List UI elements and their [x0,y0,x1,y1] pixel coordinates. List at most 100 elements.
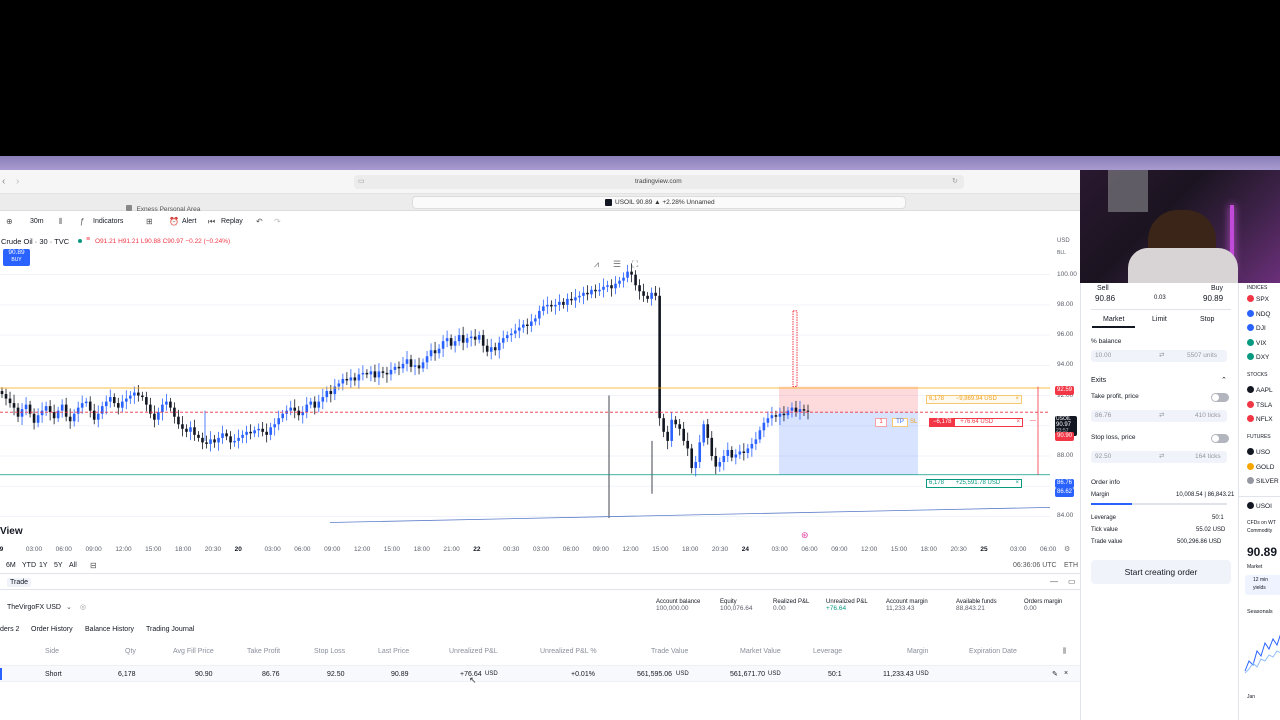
column-settings-icon[interactable]: ⫼ [1063,648,1066,656]
position-tag[interactable]: −6,178 +76.64 USD × [929,418,1023,427]
close-position-icon[interactable]: × [1064,670,1068,677]
maximize-panel-icon[interactable]: ▭ [1068,577,1076,586]
redo-icon[interactable]: ↷ [274,217,281,226]
axis-settings-icon[interactable]: ⚙ [1064,545,1070,553]
take-profit-input[interactable]: 86.76 ⇄ 410 ticks [1091,410,1227,422]
unit-label[interactable]: BLL [1057,250,1066,256]
tab-tradingview[interactable]: USOIL 90.89 ▲ +2.28% Unnamed [412,196,906,209]
column-header[interactable]: Trade Value [651,648,688,655]
column-header[interactable]: Unrealized P&L [449,648,498,655]
watchlist-futures-header[interactable]: FUTURES [1247,434,1271,440]
stop-loss-order-tag[interactable]: 6,178 −9,869.94 USD × [926,395,1022,404]
session-toggle[interactable]: ETH [1064,562,1078,569]
position-close-icon[interactable]: × [1016,419,1020,426]
address-bar[interactable]: ▭ tradingview.com ↻ [354,175,964,189]
column-header[interactable]: Market Value [740,648,781,655]
currency-label[interactable]: USD [1057,238,1070,244]
news-card[interactable]: 12 min yields [1245,575,1280,595]
interval-button[interactable]: 30m [30,218,44,225]
account-subtab[interactable]: ders 2 [0,626,19,633]
stop-loss-input[interactable]: 92.50 ⇄ 164 ticks [1091,451,1227,463]
swap-icon[interactable]: ⇄ [1159,350,1164,362]
balance-mode-selector[interactable]: % balance [1091,338,1121,345]
add-symbol-icon[interactable]: ⊕ [6,217,13,226]
watchlist-item[interactable]: GOLD [1247,462,1274,471]
alert-icon[interactable]: ⏰ [169,217,179,226]
forward-icon[interactable]: › [16,176,19,187]
drawn-arrow-marker[interactable] [792,310,798,387]
sl-tag-close-icon[interactable]: × [1015,396,1019,403]
account-subtab[interactable]: Order History [31,626,73,633]
take-profit-order-tag[interactable]: 6,178 +25,591.78 USD × [926,479,1022,488]
time-axis[interactable]: 19 03:00 06:00 09:00 12:00 15:00 18:00 20:30 20 0… [0,544,1080,556]
sell-price[interactable]: 90.86 [1095,294,1115,303]
column-header[interactable]: Leverage [813,648,842,655]
edit-position-icon[interactable]: ✎ [1052,670,1058,678]
tab-overview-icon[interactable]: ▭ [358,177,365,185]
watchlist-item[interactable]: SILVER [1247,477,1279,485]
back-icon[interactable]: ‹ [2,176,5,187]
tp-swap-icon[interactable]: ⇄ [1159,410,1164,422]
tab-limit[interactable]: Limit [1152,316,1167,323]
account-settings-icon[interactable]: ◎ [80,603,86,611]
tab-trade[interactable]: Trade [7,578,32,587]
range-button[interactable]: 5Y [54,562,63,569]
column-header[interactable]: Unrealized P&L % [540,648,597,655]
range-button[interactable]: YTD [22,562,36,569]
watchlist-item[interactable]: SPX [1247,295,1269,303]
tp-tag-close-icon[interactable]: × [1015,480,1019,487]
account-subtab[interactable]: Trading Journal [146,626,194,633]
templates-icon[interactable]: ⊞ [146,217,153,226]
column-header[interactable]: Side [45,648,59,655]
column-header[interactable]: Take Profit [247,648,280,655]
buy-price[interactable]: 90.89 [1203,294,1223,303]
replay-button[interactable]: Replay [221,218,243,225]
sl-swap-icon[interactable]: ⇄ [1159,451,1164,463]
column-header[interactable]: Last Price [378,648,409,655]
sl-drag-button[interactable]: SL [910,418,920,427]
reload-icon[interactable]: ↻ [952,177,958,185]
replay-icon[interactable]: ⏮ [208,217,215,227]
tp-drag-button[interactable]: TP [892,418,908,427]
row-stop-loss[interactable]: 92.50 [327,671,345,678]
indicators-button[interactable]: Indicators [93,218,123,225]
column-header[interactable]: Avg Fill Price [173,648,214,655]
column-header[interactable]: Expiration Date [969,648,1017,655]
detail-symbol[interactable]: USOI [1247,502,1272,510]
watchlist-indices-header[interactable]: INDICES [1247,285,1267,291]
watchlist-item[interactable]: TSLA [1247,400,1272,409]
start-creating-order-button[interactable]: Start creating order [1091,560,1231,584]
minimize-panel-icon[interactable]: — [1050,577,1058,586]
undo-icon[interactable]: ↶ [256,217,263,226]
candle-type-icon[interactable]: ⫴ [59,217,62,227]
stop-loss-toggle[interactable] [1211,434,1229,443]
collapse-exits-icon[interactable]: ⌃ [1221,376,1227,384]
watchlist-stocks-header[interactable]: STOCKS [1247,372,1267,378]
column-header[interactable]: Stop Loss [314,648,345,655]
tab-market[interactable]: Market [1103,316,1124,323]
price-chart[interactable] [0,232,1080,542]
event-flash-icon[interactable]: ⊛ [801,530,809,541]
goto-date-icon[interactable]: ⊟ [90,561,97,570]
account-subtab[interactable]: Balance History [85,626,134,633]
position-qty-tag[interactable]: 1 [875,418,887,427]
watchlist-item[interactable]: AAPL [1247,386,1273,394]
chevron-down-icon[interactable]: ⌄ [66,603,72,611]
tab-stop[interactable]: Stop [1200,316,1214,323]
alert-button[interactable]: Alert [182,218,196,225]
utc-clock[interactable]: 06:36:06 UTC [1013,562,1057,569]
range-button[interactable]: 1Y [39,562,48,569]
watchlist-item[interactable]: NDQ [1247,309,1270,318]
row-take-profit[interactable]: 86.76 [262,671,280,678]
table-row[interactable]: Short 6,178 90.90 86.76 92.50 90.89 +76.… [0,665,1080,682]
watchlist-item[interactable]: DJI [1247,324,1266,332]
watchlist-item[interactable]: USO [1247,448,1270,456]
column-header[interactable]: Qty [125,648,136,655]
take-profit-toggle[interactable] [1211,393,1229,402]
range-button[interactable]: All [69,562,77,569]
watchlist-item[interactable]: NFLX [1247,415,1273,423]
watchlist-item[interactable]: VIX [1247,338,1266,347]
watchlist-item[interactable]: DXY [1247,353,1269,361]
range-button[interactable]: 6M [6,562,16,569]
quantity-input[interactable]: 10.00 ⇄ 5507 units [1091,350,1227,362]
